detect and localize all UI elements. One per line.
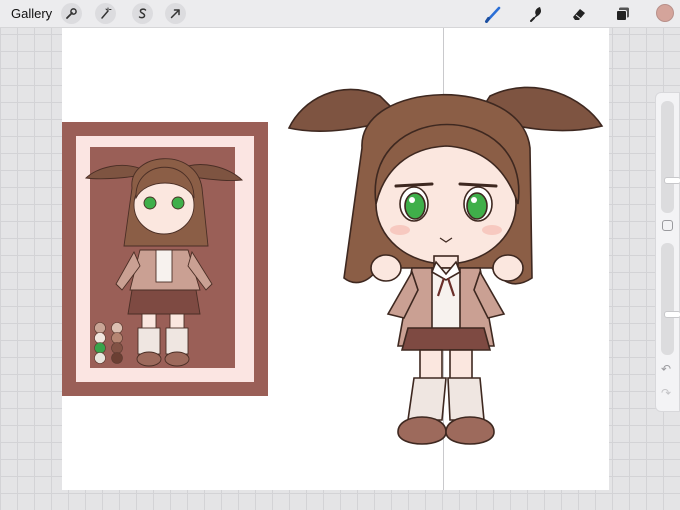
main-character <box>287 86 604 445</box>
eyedropper-square-button[interactable] <box>662 220 673 231</box>
adjustments-button[interactable] <box>95 3 116 24</box>
right-shoe <box>445 416 495 445</box>
brush-size-thumb[interactable] <box>664 177 680 184</box>
redo-icon[interactable]: ↷ <box>661 387 671 399</box>
palette-swatch <box>94 342 106 354</box>
selection-button[interactable] <box>132 3 153 24</box>
eraser-icon <box>572 8 585 20</box>
palette-swatch <box>94 322 106 334</box>
left-shoe <box>397 416 447 445</box>
palette-swatch <box>94 332 106 344</box>
palette-swatch <box>111 332 123 344</box>
artwork <box>62 86 604 445</box>
palette-swatch <box>111 322 123 334</box>
current-color-swatch[interactable] <box>656 4 674 22</box>
smudge-tool-button[interactable] <box>526 3 547 24</box>
brush-icon <box>484 6 500 23</box>
opacity-thumb[interactable] <box>664 311 680 318</box>
right-sock <box>447 377 485 421</box>
layers-button[interactable] <box>612 3 633 24</box>
right-hand <box>492 254 524 282</box>
palette-swatch <box>111 352 123 364</box>
opacity-slider[interactable] <box>661 243 680 355</box>
magic-wand-icon <box>101 7 112 19</box>
skirt <box>400 327 492 351</box>
reference-sheet <box>62 122 268 396</box>
brush-tool-button[interactable] <box>482 3 503 24</box>
actions-wrench-button[interactable] <box>61 3 82 24</box>
wrench-icon <box>66 8 77 19</box>
brush-size-slider[interactable] <box>661 101 680 213</box>
left-hand <box>370 254 402 282</box>
left-sock <box>407 377 447 421</box>
brush-sidebar: ↶ ↷ <box>655 92 680 412</box>
top-toolbar: Gallery <box>0 0 680 28</box>
undo-icon[interactable]: ↶ <box>661 363 671 375</box>
palette-swatch <box>111 342 123 354</box>
drawing-canvas[interactable] <box>62 28 609 490</box>
selection-icon <box>138 8 147 19</box>
transform-button[interactable] <box>165 3 186 24</box>
layers-icon <box>615 7 629 21</box>
palette-swatch <box>94 352 106 364</box>
transform-arrow-icon <box>170 9 180 19</box>
eraser-tool-button[interactable] <box>568 3 589 24</box>
gallery-button[interactable]: Gallery <box>11 6 52 21</box>
smudge-icon <box>529 6 541 22</box>
